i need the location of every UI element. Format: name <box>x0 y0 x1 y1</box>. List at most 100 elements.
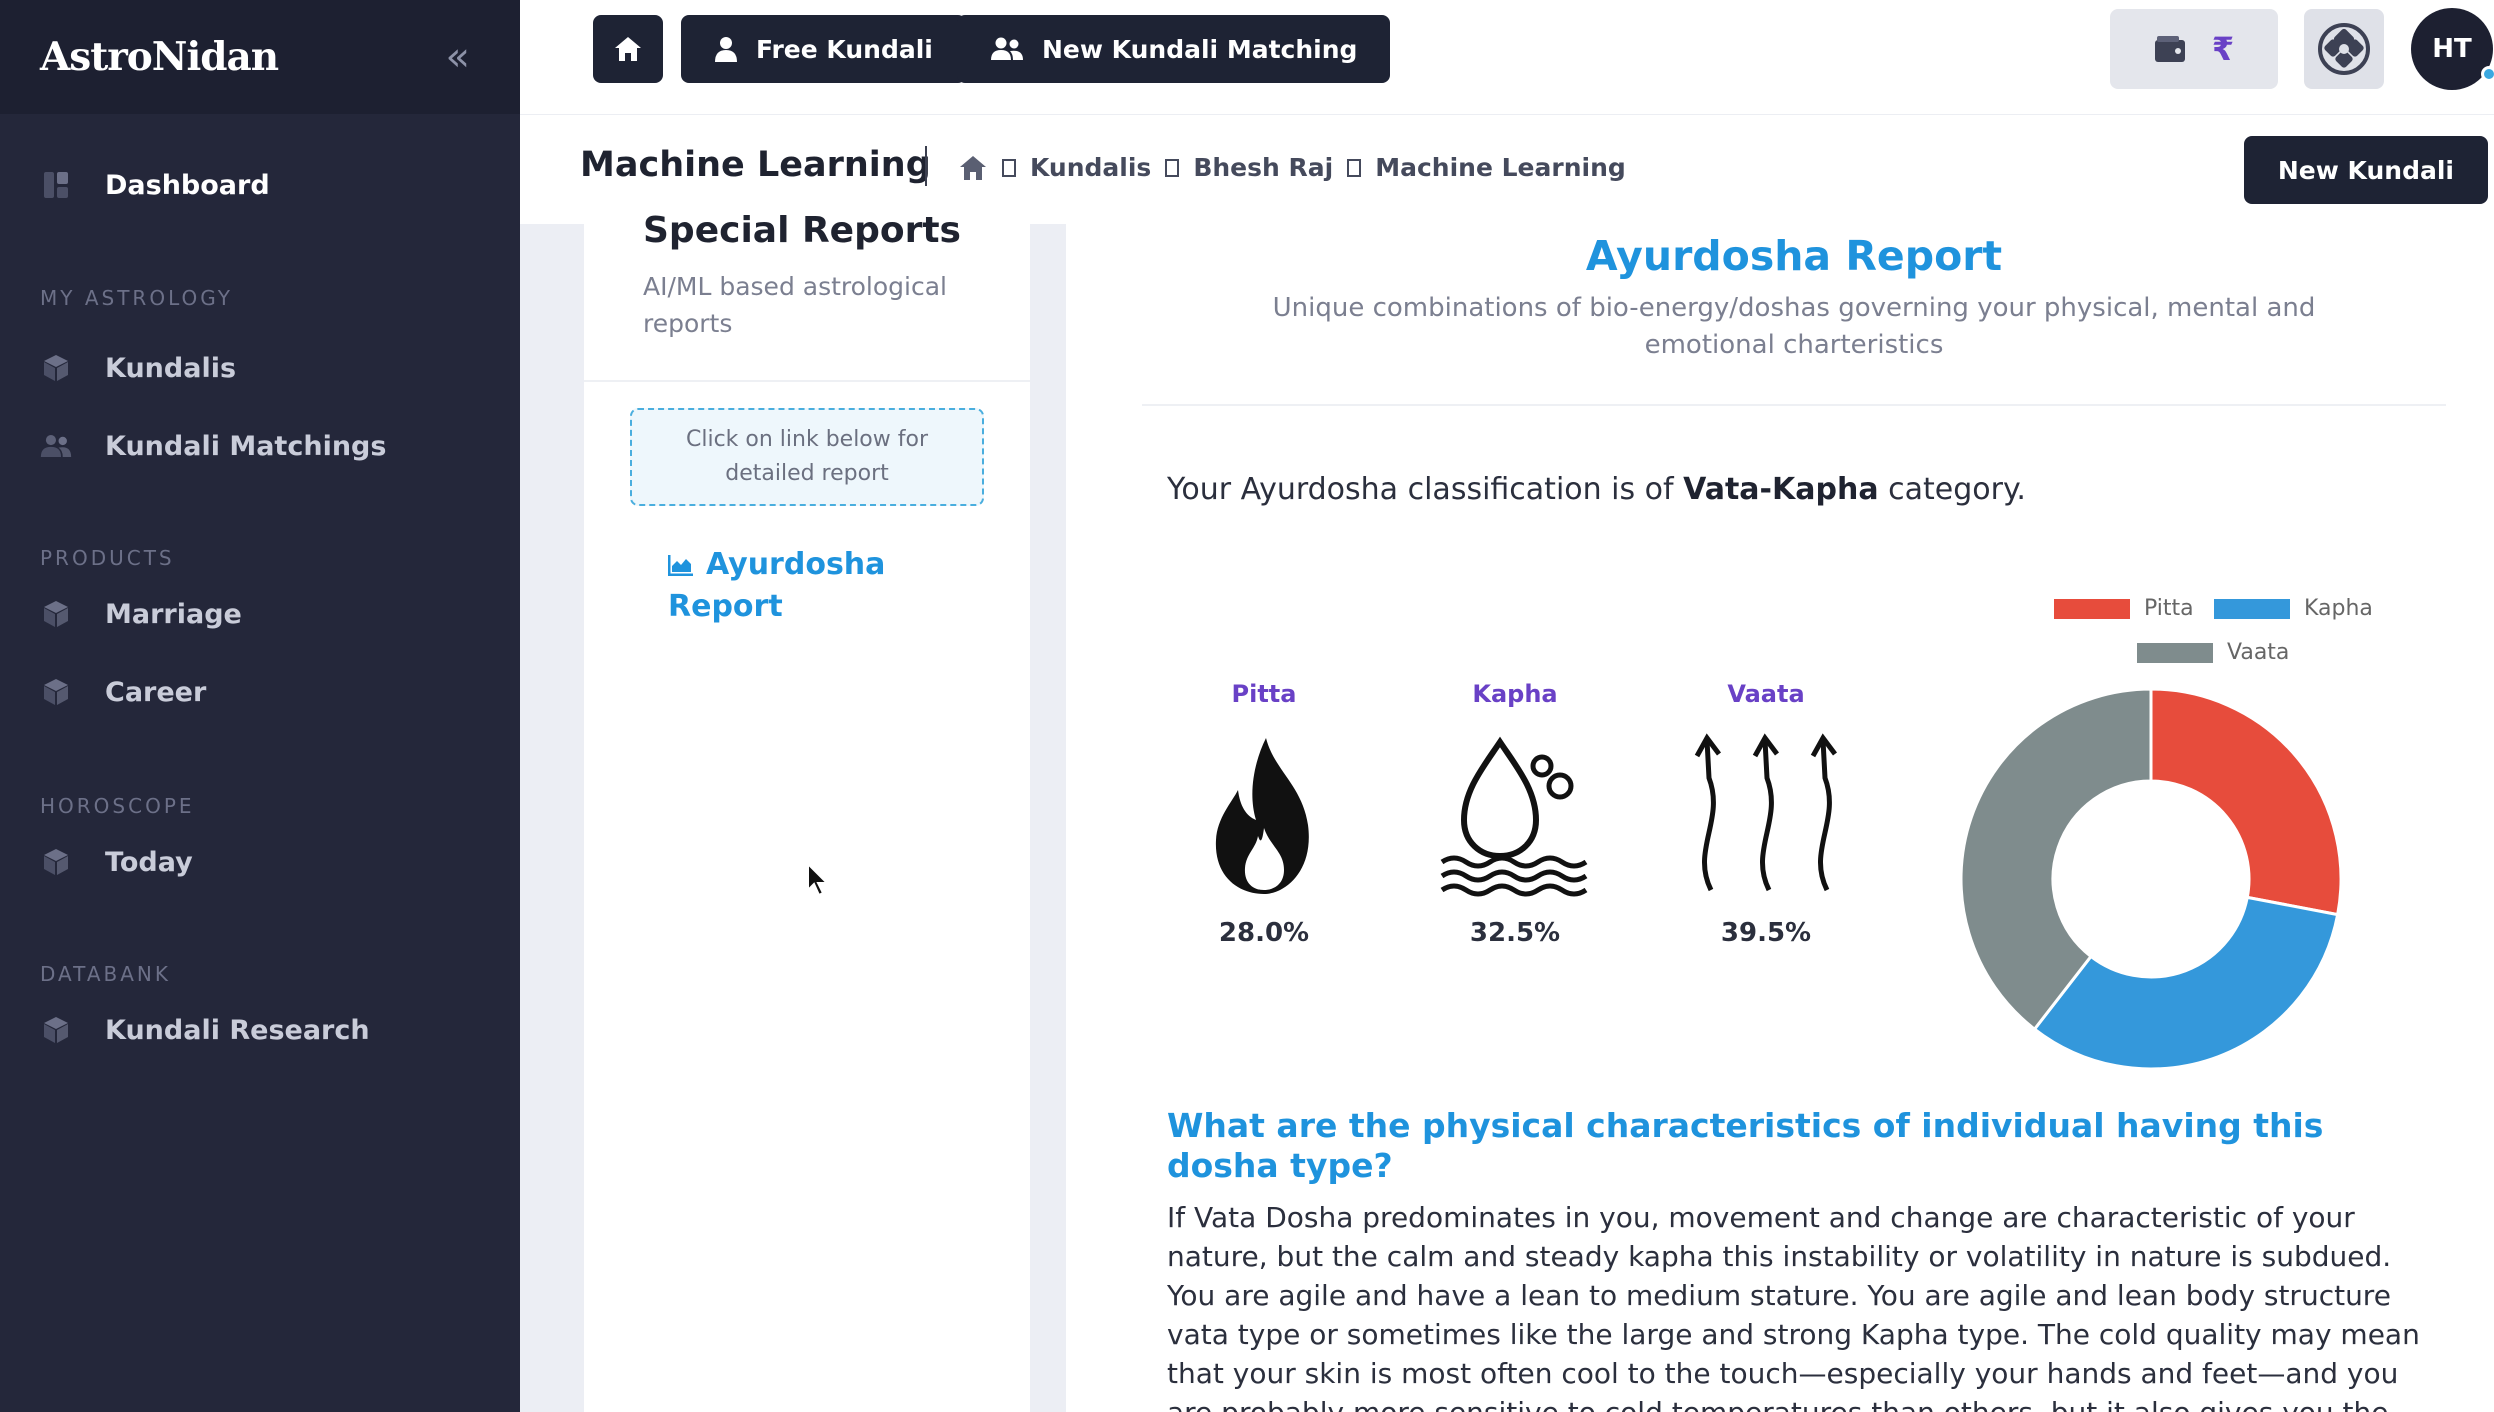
breadcrumb-item-kundali[interactable]: Bhesh Raj <box>1193 153 1333 182</box>
free-kundali-button[interactable]: Free Kundali <box>681 15 966 83</box>
dosha-name: Vaata <box>1727 680 1805 708</box>
breadcrumb-separator-icon <box>1165 158 1180 177</box>
sidebar-header: AstroNidan « <box>0 0 520 114</box>
cube-icon <box>40 676 72 708</box>
sidebar-item-label: Career <box>105 676 207 708</box>
avatar-initials: HT <box>2432 34 2472 64</box>
classification-suffix: category. <box>1878 472 2026 507</box>
breadcrumb-home-icon[interactable] <box>958 155 988 181</box>
sidebar-item-label: Marriage <box>105 598 242 630</box>
physical-characteristics-heading: What are the physical characteristics of… <box>1167 1106 2324 1185</box>
user-avatar[interactable]: HT <box>2411 8 2494 90</box>
header-divider <box>925 146 927 186</box>
report-title: Ayurdosha Report <box>1585 232 2003 280</box>
legend-item-vaata[interactable]: Vaata <box>2137 640 2289 665</box>
users-icon <box>991 37 1023 60</box>
sidebar-item-label: Kundali Matchings <box>105 430 387 462</box>
sidebar: AstroNidan « Dashboard MY ASTROLOGY Kund… <box>0 0 520 1412</box>
dosha-value: 28.0% <box>1218 918 1310 948</box>
breadcrumb-item-kundalis[interactable]: Kundalis <box>1030 153 1151 182</box>
dosha-name: Pitta <box>1231 680 1297 708</box>
dashboard-icon <box>40 169 72 201</box>
air-waves-icon <box>1694 733 1837 892</box>
mouse-cursor-icon <box>807 862 830 897</box>
legend-label: Kapha <box>2304 596 2373 621</box>
hint-box: Click on link below for detailed report <box>630 408 984 506</box>
dosha-pitta: Pitta 28.0% <box>1174 680 1354 960</box>
physical-characteristics-text: If Vata Dosha predominates in you, movem… <box>1167 1201 2420 1412</box>
section-title-products: PRODUCTS <box>40 546 175 570</box>
classification-prefix: Your Ayurdosha classification is of <box>1167 472 1684 507</box>
classification-text: Your Ayurdosha classification is of Vata… <box>1167 472 2026 507</box>
breadcrumb-separator-icon <box>1002 158 1016 177</box>
user-icon <box>715 37 737 62</box>
legend-label: Pitta <box>2144 596 2194 621</box>
special-reports-panel: Special Reports AI/ML based astrological… <box>584 210 1030 1412</box>
area-chart-icon <box>667 555 693 577</box>
online-status-dot <box>2481 66 2494 82</box>
section-title-horoscope: HOROSCOPE <box>40 794 195 818</box>
app-logo[interactable]: AstroNidan <box>40 34 279 80</box>
breadcrumb-separator-icon <box>1347 158 1362 177</box>
special-reports-subtitle: AI/ML based astrological reports <box>643 272 947 338</box>
sidebar-item-marriage[interactable]: Marriage <box>40 592 242 636</box>
ayurdosha-doughnut-chart <box>1959 687 2343 1071</box>
page-header: Machine Learning Kundalis Bhesh Raj Mach… <box>520 114 2494 224</box>
ayurdosha-report-link-label: Ayurdosha Report <box>668 547 886 624</box>
home-icon <box>615 37 641 61</box>
donut-slice-kapha[interactable] <box>2032 895 2340 1071</box>
breadcrumb: Kundalis Bhesh Raj Machine Learning <box>958 153 1626 182</box>
sidebar-item-label: Today <box>105 846 193 878</box>
hint-text: Click on link below for detailed report <box>685 427 929 486</box>
users-icon <box>40 430 72 462</box>
dosha-value: 39.5% <box>1720 918 1812 948</box>
section-title-my-astrology: MY ASTROLOGY <box>40 286 233 310</box>
new-kundali-matching-button[interactable]: New Kundali Matching <box>957 15 1391 83</box>
legend-swatch <box>2137 642 2213 663</box>
apps-grid-icon <box>2318 23 2370 75</box>
legend-item-kapha[interactable]: Kapha <box>2214 596 2373 621</box>
dosha-vaata: Vaata 39.5% <box>1676 680 1856 960</box>
page-title: Machine Learning <box>580 145 931 185</box>
dosha-value: 32.5% <box>1469 918 1561 948</box>
sidebar-item-label: Kundalis <box>105 352 237 384</box>
legend-swatch <box>2054 598 2130 619</box>
breadcrumb-item-current: Machine Learning <box>1375 153 1626 182</box>
ayurdosha-report-card: Ayurdosha Report Unique combinations of … <box>1066 224 2494 1412</box>
dosha-kapha: Kapha 32.5% <box>1425 680 1605 960</box>
sidebar-item-dashboard[interactable]: Dashboard <box>40 163 270 207</box>
dosha-name: Kapha <box>1472 680 1558 708</box>
collapse-sidebar-icon[interactable]: « <box>446 37 480 77</box>
report-subtitle: Unique combinations of bio-energy/doshas… <box>1272 293 2316 360</box>
legend-item-pitta[interactable]: Pitta <box>2054 596 2194 621</box>
legend-swatch <box>2214 598 2290 619</box>
new-kundali-matching-label: New Kundali Matching <box>1042 34 1358 64</box>
ayurdosha-report-link[interactable]: Ayurdosha Report <box>667 544 948 628</box>
water-drop-icon <box>1440 736 1588 897</box>
sidebar-item-kundali-research[interactable]: Kundali Research <box>40 1008 370 1052</box>
wallet-button[interactable]: ₹ <box>2110 9 2278 89</box>
legend-label: Vaata <box>2227 640 2290 665</box>
sidebar-item-kundali-matchings[interactable]: Kundali Matchings <box>40 424 386 468</box>
sidebar-item-kundalis[interactable]: Kundalis <box>40 346 236 390</box>
sidebar-item-career[interactable]: Career <box>40 670 206 714</box>
donut-slice-pitta[interactable] <box>2149 687 2343 917</box>
divider <box>584 380 1030 382</box>
cube-icon <box>40 598 72 630</box>
cube-icon <box>40 846 72 878</box>
free-kundali-label: Free Kundali <box>756 34 933 64</box>
special-reports-title: Special Reports <box>643 210 961 251</box>
apps-button[interactable] <box>2304 9 2384 89</box>
home-button[interactable] <box>593 15 663 83</box>
section-title-databank: DATABANK <box>40 962 172 986</box>
rupee-icon: ₹ <box>2211 30 2235 68</box>
divider <box>1142 404 2446 406</box>
sidebar-item-label: Kundali Research <box>105 1014 370 1046</box>
new-kundali-button[interactable]: New Kundali <box>2243 136 2488 204</box>
sidebar-item-label: Dashboard <box>105 169 270 201</box>
cube-icon <box>40 1014 72 1046</box>
topbar: Free Kundali New Kundali Matching ₹ HT <box>520 0 2494 114</box>
sidebar-item-today[interactable]: Today <box>40 840 193 884</box>
classification-value: Vata-Kapha <box>1683 472 1879 507</box>
fire-icon <box>1215 738 1309 894</box>
